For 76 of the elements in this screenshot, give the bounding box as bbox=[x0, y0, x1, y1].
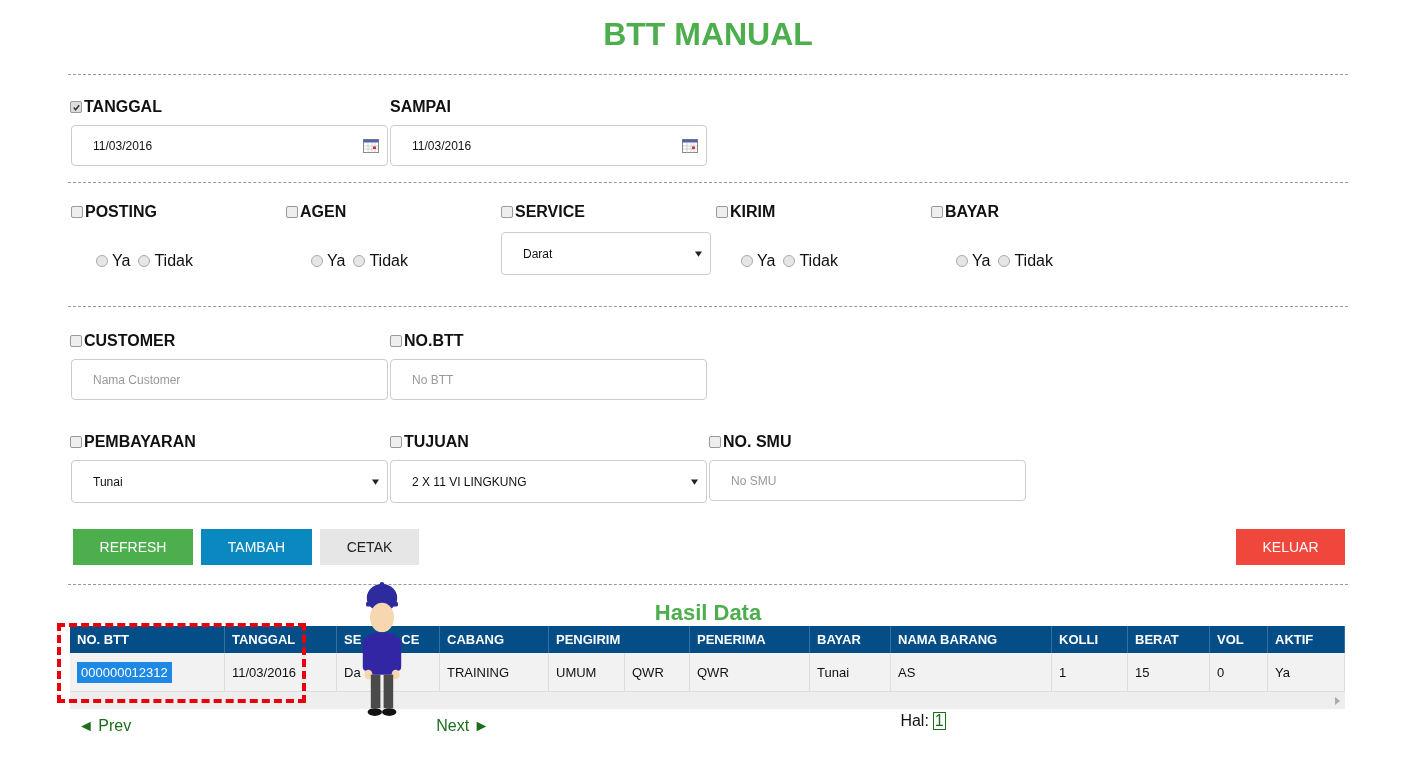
next-link[interactable]: Next ► bbox=[436, 717, 490, 735]
field-label: SERVICE bbox=[515, 203, 585, 221]
table-cell: QWR bbox=[697, 664, 729, 680]
calendar-icon[interactable] bbox=[363, 138, 379, 153]
table-cell: TRAINING bbox=[447, 664, 510, 680]
radio-label: Ya bbox=[757, 252, 776, 270]
table-cell: 11/03/2016 bbox=[232, 664, 297, 680]
field-label: KIRIM bbox=[730, 203, 776, 221]
table-cell: 0 bbox=[1217, 664, 1225, 680]
table-cell: AS bbox=[898, 664, 916, 680]
checkbox[interactable] bbox=[70, 335, 82, 347]
checkbox[interactable] bbox=[70, 101, 82, 113]
checkbox[interactable] bbox=[709, 436, 721, 448]
checkbox[interactable] bbox=[931, 206, 943, 218]
radio-button[interactable] bbox=[138, 255, 151, 267]
radio-button[interactable] bbox=[956, 255, 968, 267]
radio-label: Ya bbox=[327, 252, 346, 270]
field-label: TUJUAN bbox=[404, 433, 469, 451]
radio-label: Tidak bbox=[154, 252, 193, 270]
date-field[interactable]: 11/03/2016 bbox=[390, 125, 707, 166]
date-field[interactable]: 11/03/2016 bbox=[71, 125, 388, 166]
radio-button[interactable] bbox=[741, 255, 753, 267]
select-field[interactable]: Darat bbox=[501, 232, 711, 275]
calendar-icon[interactable] bbox=[682, 138, 698, 153]
radio-button[interactable] bbox=[311, 255, 323, 267]
action-button[interactable]: KELUAR bbox=[1236, 529, 1345, 565]
checkbox[interactable] bbox=[71, 206, 83, 218]
caret-icon bbox=[691, 478, 698, 485]
table-cell: UMUM bbox=[556, 664, 597, 680]
radio-button[interactable] bbox=[998, 255, 1011, 267]
table-cell: Tunai bbox=[817, 664, 850, 680]
action-button[interactable]: CETAK bbox=[320, 529, 419, 565]
radio-button[interactable] bbox=[96, 255, 108, 267]
table-cell: 1 bbox=[1059, 664, 1067, 680]
checkbox[interactable] bbox=[70, 436, 82, 448]
field-label: NO.BTT bbox=[404, 332, 464, 350]
table-cell: 15 bbox=[1135, 664, 1150, 680]
input-field[interactable]: No BTT bbox=[390, 359, 707, 400]
table-cell: QWR bbox=[624, 653, 689, 691]
select-field[interactable]: 2 X 11 VI LINGKUNG bbox=[390, 460, 707, 503]
prev-link[interactable]: ◄ Prev bbox=[78, 717, 132, 735]
radio-button[interactable] bbox=[783, 255, 796, 267]
checkbox[interactable] bbox=[501, 206, 513, 218]
field-label: NO. SMU bbox=[723, 433, 792, 451]
radio-label: Tidak bbox=[1014, 252, 1053, 270]
caret-icon bbox=[695, 250, 702, 257]
radio-label: Ya bbox=[112, 252, 131, 270]
field-label: TANGGAL bbox=[84, 98, 162, 116]
field-label: POSTING bbox=[85, 203, 157, 221]
checkbox[interactable] bbox=[390, 436, 402, 448]
page-label: Hal: bbox=[900, 712, 929, 730]
radio-label: Tidak bbox=[799, 252, 838, 270]
radio-label: Ya bbox=[972, 252, 991, 270]
table-cell: 000000012312 bbox=[77, 661, 172, 683]
field-label: AGEN bbox=[300, 203, 347, 221]
field-label: BAYAR bbox=[945, 203, 999, 221]
scroll-arrow-icon[interactable] bbox=[1335, 696, 1340, 705]
page-title: BTT MANUAL bbox=[602, 15, 814, 54]
action-button[interactable]: TAMBAH bbox=[201, 529, 312, 565]
field-label: PEMBAYARAN bbox=[84, 433, 196, 451]
table-cell: Ya bbox=[1275, 664, 1290, 680]
input-field[interactable]: No SMU bbox=[709, 460, 1026, 501]
checkbox[interactable] bbox=[390, 335, 402, 347]
radio-button[interactable] bbox=[353, 255, 366, 267]
select-field[interactable]: Tunai bbox=[71, 460, 388, 503]
checkbox[interactable] bbox=[716, 206, 728, 218]
field-label: SAMPAI bbox=[390, 98, 452, 116]
scrollbar[interactable] bbox=[70, 692, 1345, 709]
caret-icon bbox=[372, 478, 379, 485]
table-cell: Da bbox=[344, 664, 361, 680]
section-title: Hasil Data bbox=[653, 600, 763, 626]
page-link[interactable]: 1 bbox=[932, 712, 946, 730]
checkbox[interactable] bbox=[286, 206, 298, 218]
input-field[interactable]: Nama Customer bbox=[71, 359, 388, 400]
radio-label: Tidak bbox=[369, 252, 408, 270]
field-label: CUSTOMER bbox=[84, 332, 176, 350]
